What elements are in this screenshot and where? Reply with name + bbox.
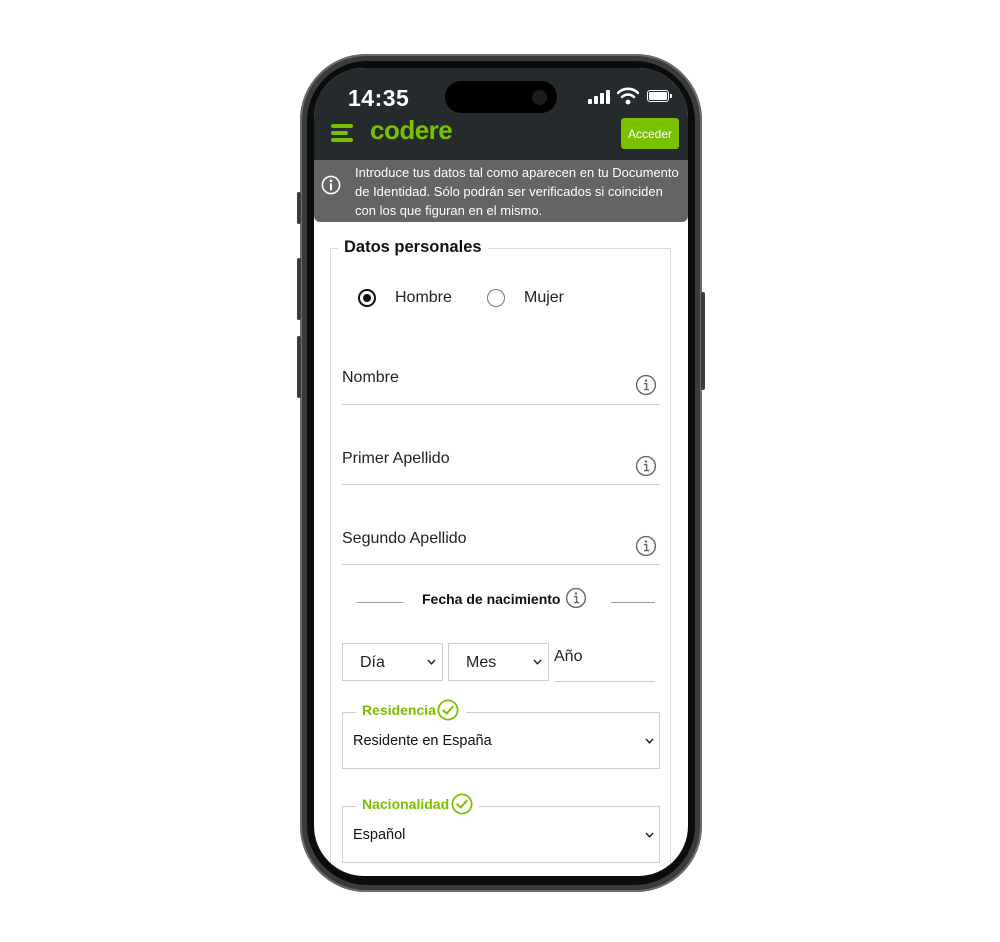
first-name-info-icon[interactable] [635,374,657,396]
dob-divider-right [611,602,655,603]
volume-up-button [297,258,301,320]
day-select-value: Día [360,654,385,671]
signal-icon [588,90,610,104]
chevron-down-icon [427,659,436,665]
year-input[interactable]: Año [554,648,582,666]
dob-divider-left [357,602,403,603]
first-name-field[interactable]: Nombre [342,369,399,387]
last-name-2-underline [342,564,660,565]
dob-title: Fecha de nacimiento [422,591,561,607]
hamburger-menu-icon[interactable] [331,124,353,142]
last-name-1-field[interactable]: Primer Apellido [342,450,450,468]
residence-select[interactable]: Residente en España [342,712,660,769]
residence-value: Residente en España [353,733,492,749]
chevron-down-icon [533,659,542,665]
first-name-underline [342,404,660,405]
month-select-value: Mes [466,654,497,671]
last-name-2-info-icon[interactable] [635,535,657,557]
gender-female-radio[interactable] [487,289,505,307]
chevron-down-icon [645,832,654,838]
info-icon [321,175,341,195]
year-underline [554,681,655,682]
nationality-select[interactable]: Español [342,806,660,863]
status-time: 14:35 [348,85,410,111]
gender-male-radio[interactable] [358,289,376,307]
last-name-1-info-icon[interactable] [635,455,657,477]
personal-data-fieldset [330,248,671,876]
gender-female-label[interactable]: Mujer [524,289,564,307]
phone-screen: 14:35 codere Acceder Introduce tus datos… [314,68,688,876]
info-notice: Introduce tus datos tal como aparecen en… [314,160,688,222]
wifi-icon [617,87,639,105]
dob-info-icon[interactable] [565,587,587,609]
residence-check-icon [437,699,459,721]
app-header: 14:35 codere Acceder [314,68,688,160]
battery-icon [647,90,672,102]
codere-logo[interactable]: codere [370,115,453,146]
day-select[interactable]: Día [342,643,443,681]
nationality-check-icon [451,793,473,815]
section-title: Datos personales [338,238,488,257]
gender-male-label[interactable]: Hombre [395,289,452,307]
nationality-value: Español [353,827,406,843]
month-select[interactable]: Mes [448,643,549,681]
camera-icon [532,90,547,105]
action-button [297,192,301,224]
power-button [701,292,705,390]
login-button[interactable]: Acceder [621,118,679,149]
chevron-down-icon [645,738,654,744]
last-name-1-underline [342,484,660,485]
dynamic-island [445,81,557,113]
volume-down-button [297,336,301,398]
notice-text: Introduce tus datos tal como aparecen en… [355,165,679,218]
last-name-2-field[interactable]: Segundo Apellido [342,530,467,548]
